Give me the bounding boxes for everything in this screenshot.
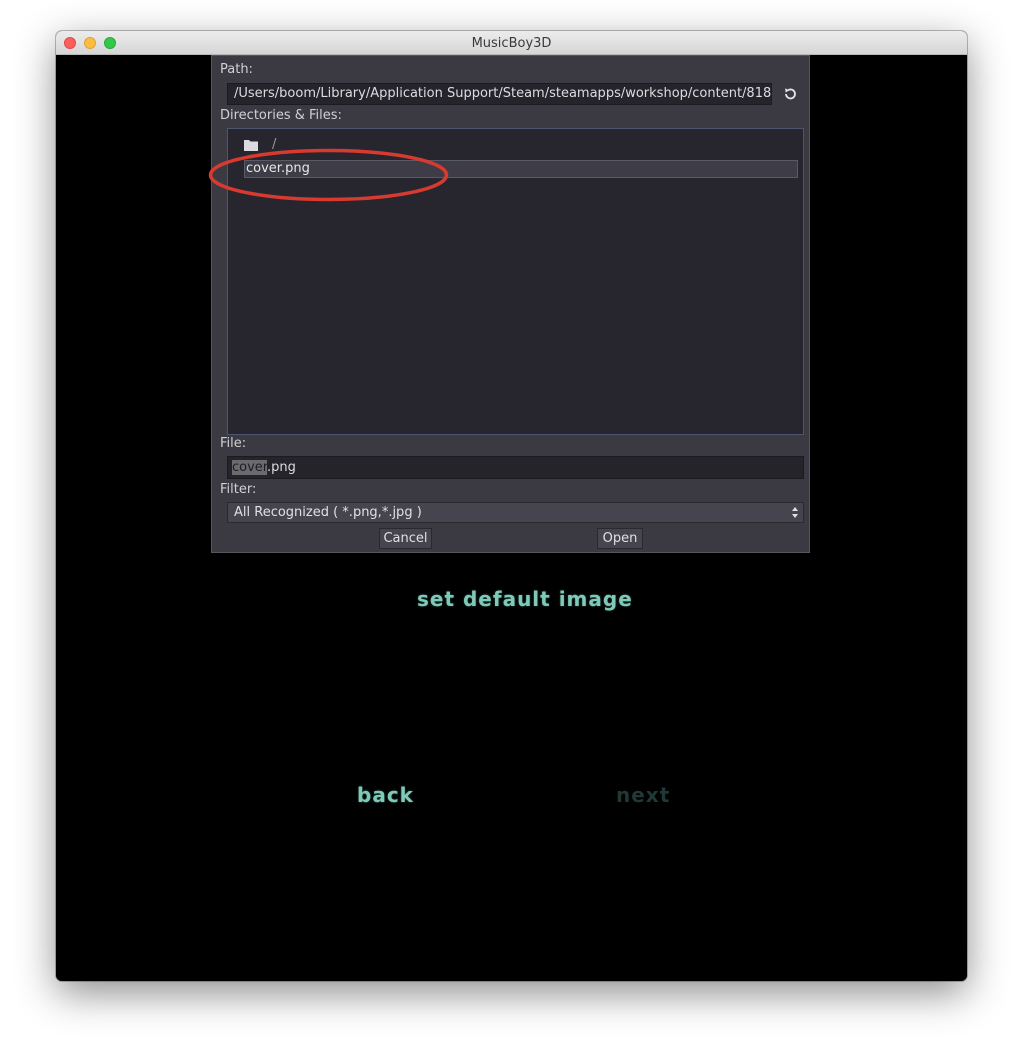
refresh-icon[interactable]	[781, 85, 799, 103]
filter-label: Filter:	[220, 482, 257, 497]
file-name-input[interactable]: cover.png	[227, 456, 804, 479]
next-button[interactable]: next	[616, 783, 670, 807]
file-name-rest: .png	[266, 460, 296, 475]
tree-root-label: /	[272, 137, 277, 152]
tree-file-item[interactable]: cover.png	[244, 160, 798, 178]
set-default-image-button[interactable]: set default image	[417, 587, 633, 611]
path-label: Path:	[220, 62, 253, 77]
cancel-button[interactable]: Cancel	[379, 528, 432, 549]
up-down-arrows-icon	[792, 507, 798, 518]
filter-select[interactable]: All Recognized ( *.png,*.jpg )	[227, 502, 804, 523]
path-input[interactable]: /Users/boom/Library/Application Support/…	[227, 83, 772, 105]
folder-icon	[244, 140, 258, 151]
file-dialog: Path: /Users/boom/Library/Application Su…	[208, 55, 810, 553]
directories-files-label: Directories & Files:	[220, 108, 342, 123]
window-title: MusicBoy3D	[471, 36, 552, 51]
filter-value: All Recognized ( *.png,*.jpg )	[234, 505, 422, 520]
file-tree: / cover.png	[208, 128, 804, 435]
game-canvas: Path: /Users/boom/Library/Application Su…	[56, 55, 967, 981]
file-label: File:	[220, 436, 247, 451]
back-button[interactable]: back	[357, 783, 414, 807]
open-button[interactable]: Open	[597, 528, 643, 549]
title-bar: MusicBoy3D	[56, 31, 967, 55]
app-window: MusicBoy3D Path: /Users/boom/Library/App…	[56, 31, 967, 981]
selected-text: cover	[232, 460, 267, 475]
